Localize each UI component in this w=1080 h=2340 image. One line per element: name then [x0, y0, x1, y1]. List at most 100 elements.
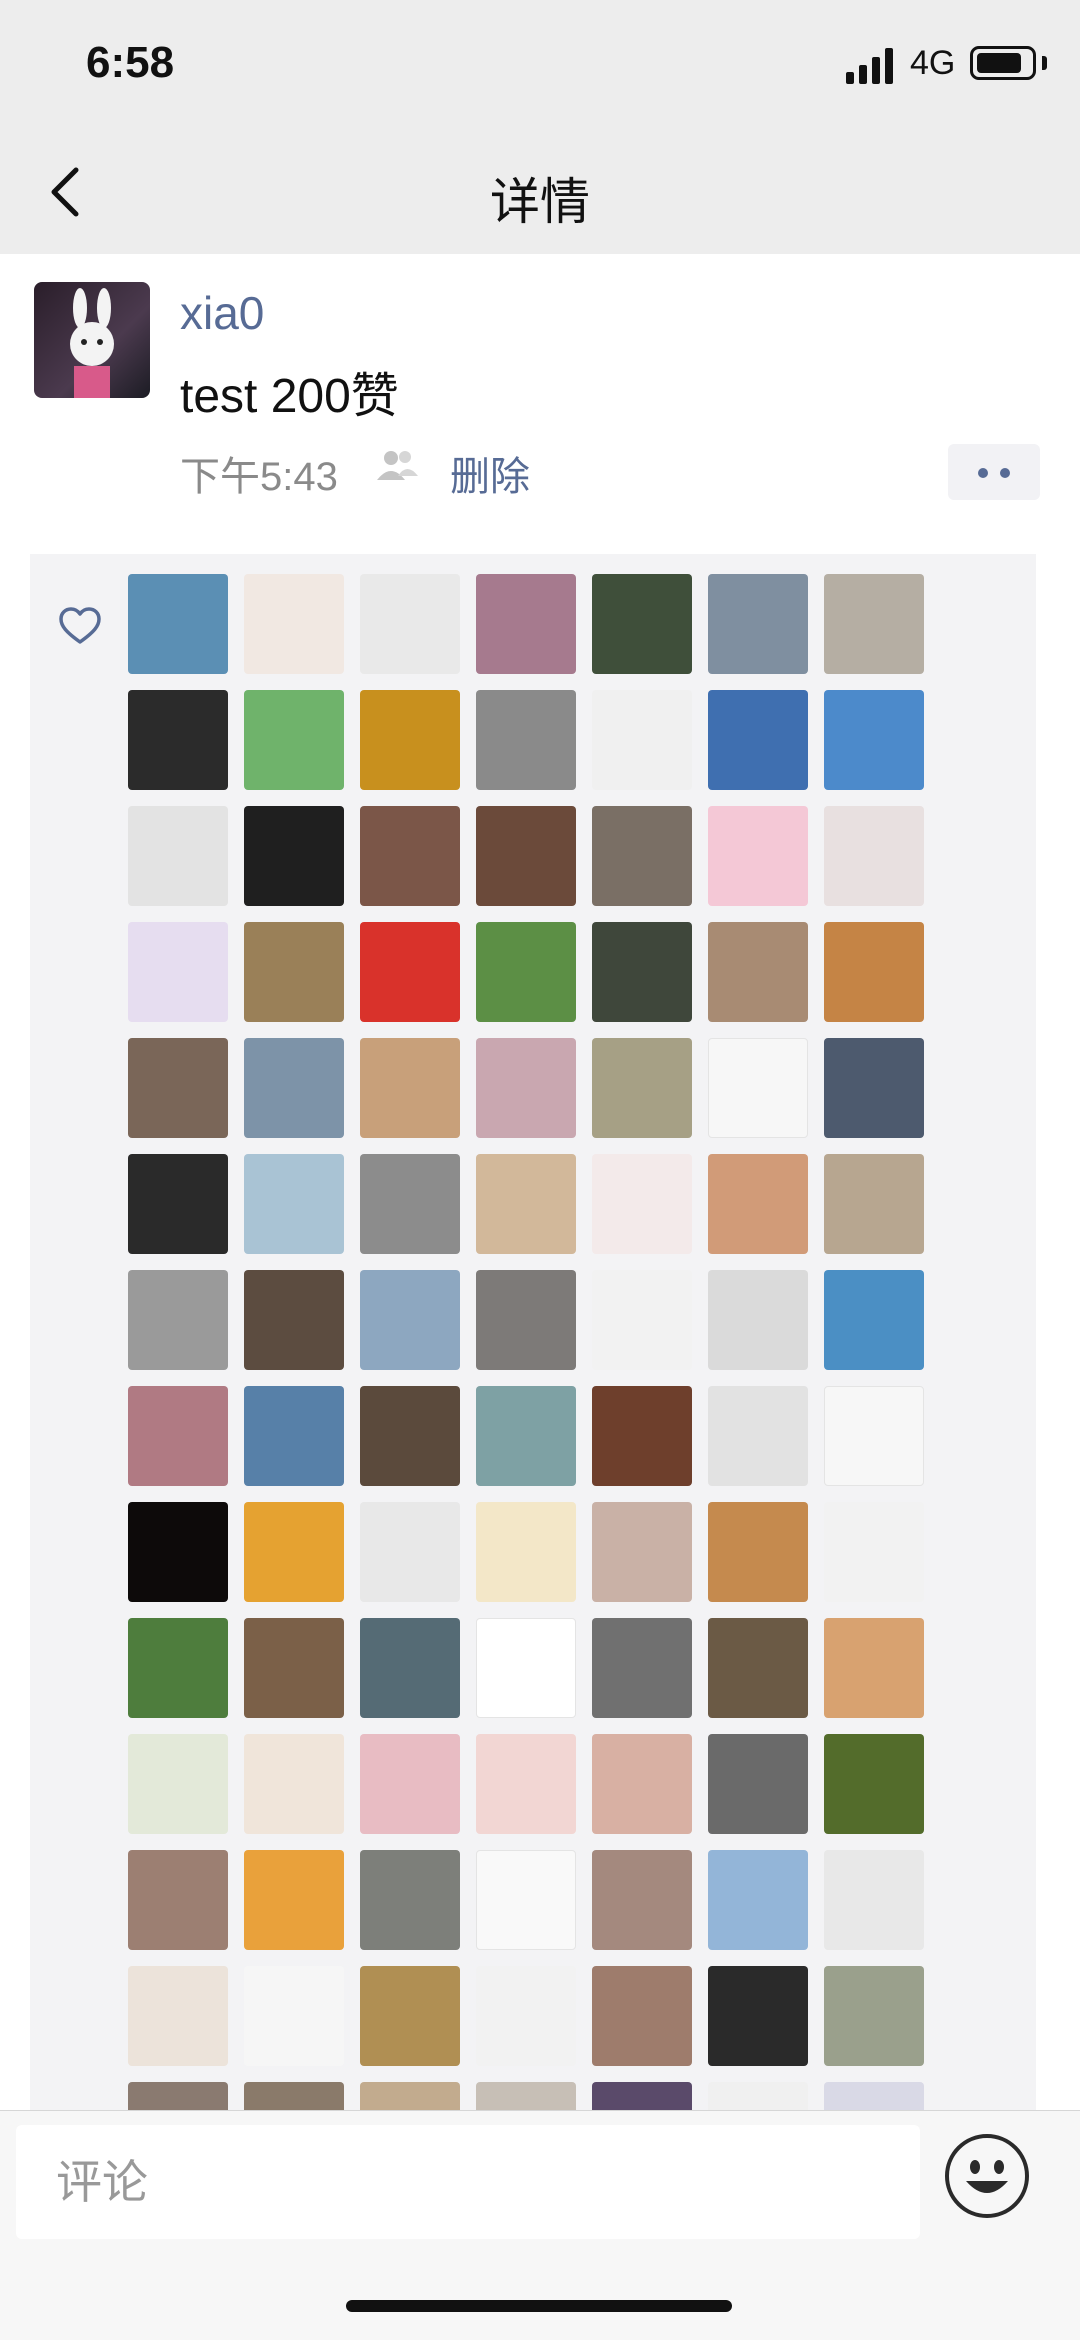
liker-avatar[interactable] [128, 1966, 228, 2066]
liker-avatar[interactable] [824, 1734, 924, 1834]
liker-avatar[interactable] [592, 690, 692, 790]
liker-avatar[interactable] [128, 1502, 228, 1602]
liker-avatar[interactable] [708, 574, 808, 674]
liker-avatar[interactable] [244, 1270, 344, 1370]
liker-avatar[interactable] [824, 1966, 924, 2066]
liker-avatar[interactable] [128, 1618, 228, 1718]
liker-avatar[interactable] [592, 1966, 692, 2066]
liker-avatar[interactable] [244, 1502, 344, 1602]
liker-avatar[interactable] [592, 1270, 692, 1370]
liker-avatar[interactable] [592, 1618, 692, 1718]
liker-avatar[interactable] [360, 690, 460, 790]
comment-input[interactable]: 评论 [16, 2125, 920, 2239]
liker-avatar[interactable] [476, 2082, 576, 2110]
liker-avatar[interactable] [360, 574, 460, 674]
liker-avatar[interactable] [244, 574, 344, 674]
liker-avatar[interactable] [244, 2082, 344, 2110]
liker-avatar[interactable] [476, 690, 576, 790]
liker-avatar[interactable] [128, 574, 228, 674]
liker-avatar[interactable] [360, 1502, 460, 1602]
liker-avatar[interactable] [476, 1618, 576, 1718]
liker-avatar[interactable] [708, 1734, 808, 1834]
liker-avatar[interactable] [708, 1038, 808, 1138]
liker-avatar[interactable] [476, 806, 576, 906]
liker-avatar[interactable] [824, 2082, 924, 2110]
emoji-icon[interactable] [944, 2133, 1030, 2219]
liker-avatar[interactable] [708, 1850, 808, 1950]
liker-avatar[interactable] [128, 1270, 228, 1370]
liker-avatar[interactable] [476, 1966, 576, 2066]
liker-avatar[interactable] [360, 1386, 460, 1486]
liker-avatar[interactable] [244, 806, 344, 906]
liker-avatar[interactable] [128, 690, 228, 790]
liker-avatar[interactable] [824, 1154, 924, 1254]
liker-avatar[interactable] [592, 806, 692, 906]
liker-avatar[interactable] [244, 1618, 344, 1718]
liker-avatar[interactable] [360, 1618, 460, 1718]
liker-avatar[interactable] [708, 1966, 808, 2066]
liker-avatar[interactable] [360, 922, 460, 1022]
liker-avatar[interactable] [592, 922, 692, 1022]
liker-avatar[interactable] [360, 1734, 460, 1834]
liker-avatar[interactable] [128, 1154, 228, 1254]
liker-avatar[interactable] [360, 1270, 460, 1370]
liker-avatar[interactable] [476, 574, 576, 674]
liker-avatar[interactable] [708, 2082, 808, 2110]
liker-avatar[interactable] [360, 806, 460, 906]
liker-avatar[interactable] [824, 690, 924, 790]
liker-avatar[interactable] [824, 922, 924, 1022]
liker-avatar[interactable] [476, 1850, 576, 1950]
liker-avatar[interactable] [128, 1386, 228, 1486]
liker-avatar[interactable] [360, 1966, 460, 2066]
author-avatar[interactable] [34, 282, 150, 398]
liker-avatar[interactable] [708, 1502, 808, 1602]
liker-avatar[interactable] [592, 1154, 692, 1254]
liker-avatar[interactable] [476, 1154, 576, 1254]
liker-avatar[interactable] [476, 922, 576, 1022]
liker-avatar[interactable] [128, 1734, 228, 1834]
liker-avatar[interactable] [128, 806, 228, 906]
liker-avatar[interactable] [244, 1966, 344, 2066]
liker-avatar[interactable] [360, 1038, 460, 1138]
author-name[interactable]: xia0 [180, 286, 264, 340]
liker-avatar[interactable] [244, 1850, 344, 1950]
liker-avatar[interactable] [128, 1850, 228, 1950]
liker-avatar[interactable] [708, 806, 808, 906]
liker-avatar[interactable] [244, 690, 344, 790]
liker-avatar[interactable] [824, 1038, 924, 1138]
liker-avatar[interactable] [360, 1850, 460, 1950]
liker-avatar[interactable] [128, 2082, 228, 2110]
liker-avatar[interactable] [592, 1734, 692, 1834]
liker-avatar[interactable] [244, 1734, 344, 1834]
liker-avatar[interactable] [592, 1850, 692, 1950]
liker-avatar[interactable] [476, 1734, 576, 1834]
liker-avatar[interactable] [476, 1502, 576, 1602]
liker-avatar[interactable] [708, 922, 808, 1022]
liker-avatar[interactable] [824, 806, 924, 906]
liker-avatar[interactable] [592, 574, 692, 674]
liker-avatar[interactable] [128, 922, 228, 1022]
liker-avatar[interactable] [708, 690, 808, 790]
liker-avatar[interactable] [592, 1386, 692, 1486]
liker-avatar[interactable] [244, 1154, 344, 1254]
liker-avatar[interactable] [244, 1386, 344, 1486]
liker-avatar[interactable] [824, 1270, 924, 1370]
liker-avatar[interactable] [824, 1502, 924, 1602]
liker-avatar[interactable] [244, 1038, 344, 1138]
liker-avatar[interactable] [244, 922, 344, 1022]
liker-avatar[interactable] [476, 1270, 576, 1370]
liker-avatar[interactable] [824, 1386, 924, 1486]
liker-avatar[interactable] [592, 1502, 692, 1602]
liker-avatar[interactable] [592, 2082, 692, 2110]
liker-avatar[interactable] [360, 1154, 460, 1254]
liker-avatar[interactable] [476, 1386, 576, 1486]
more-actions-button[interactable] [948, 444, 1040, 500]
liker-avatar[interactable] [824, 1618, 924, 1718]
liker-avatar[interactable] [708, 1386, 808, 1486]
liker-avatar[interactable] [592, 1038, 692, 1138]
liker-avatar[interactable] [708, 1154, 808, 1254]
delete-link[interactable]: 删除 [450, 444, 530, 502]
liker-avatar[interactable] [708, 1270, 808, 1370]
liker-avatar[interactable] [824, 574, 924, 674]
liker-avatar[interactable] [824, 1850, 924, 1950]
